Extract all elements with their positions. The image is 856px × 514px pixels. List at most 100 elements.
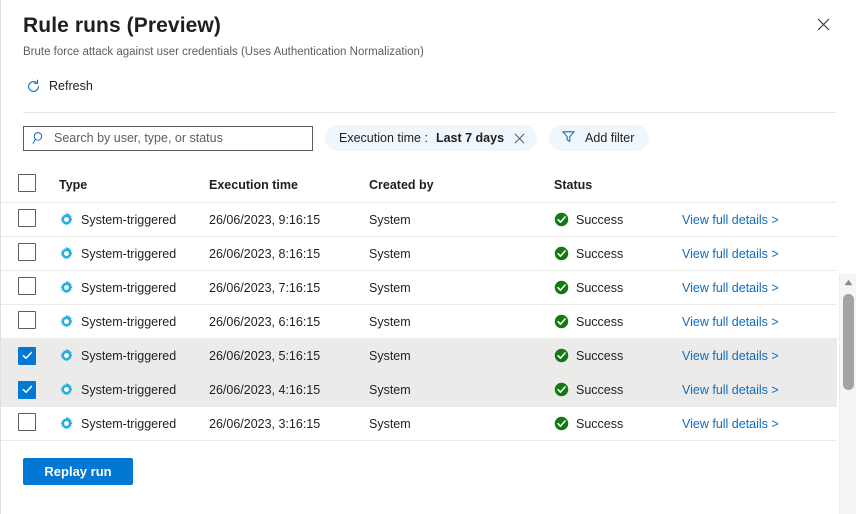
view-full-details-link[interactable]: View full details >	[682, 383, 779, 397]
success-icon	[554, 280, 569, 295]
view-full-details-link[interactable]: View full details >	[682, 349, 779, 363]
cell-created-by: System	[369, 339, 554, 373]
active-filter-value: Last 7 days	[436, 131, 504, 145]
view-full-details-link[interactable]: View full details >	[682, 247, 779, 261]
status-badge-label: Success	[576, 383, 623, 397]
row-select-cell	[1, 305, 59, 339]
cell-details-link: View full details >	[682, 203, 837, 237]
add-filter-button[interactable]: Add filter	[549, 125, 649, 151]
table-body: System-triggered26/06/2023, 9:16:15Syste…	[1, 203, 837, 441]
column-header-execution-time[interactable]: Execution time	[209, 167, 369, 203]
gear-icon	[59, 382, 74, 397]
scrollbar-thumb[interactable]	[843, 294, 854, 390]
cell-execution-time: 26/06/2023, 7:16:15	[209, 271, 369, 305]
search-box[interactable]	[23, 126, 313, 151]
select-all-header	[1, 167, 59, 203]
cell-details-link: View full details >	[682, 237, 837, 271]
search-input[interactable]	[48, 127, 306, 150]
cell-execution-time: 26/06/2023, 9:16:15	[209, 203, 369, 237]
cell-execution-time: 26/06/2023, 6:16:15	[209, 305, 369, 339]
table-row[interactable]: System-triggered26/06/2023, 7:16:15Syste…	[1, 271, 837, 305]
view-full-details-link[interactable]: View full details >	[682, 213, 779, 227]
table-row[interactable]: System-triggered26/06/2023, 3:16:15Syste…	[1, 407, 837, 441]
active-filter-pill[interactable]: Execution time : Last 7 days	[325, 125, 537, 151]
table-row[interactable]: System-triggered 26/06/2023, 9:16:15Syste…	[1, 203, 837, 237]
search-icon	[30, 129, 48, 147]
runs-table-container: Type Execution time Created by Status Sy…	[1, 167, 856, 441]
cell-execution-time: 26/06/2023, 8:16:15	[209, 237, 369, 271]
scroll-up-arrow[interactable]	[840, 274, 856, 291]
gear-icon	[59, 246, 74, 261]
cell-status: Success	[554, 271, 682, 305]
panel-header: Rule runs (Preview) Brute force attack a…	[1, 0, 856, 60]
column-header-created-by[interactable]: Created by	[369, 167, 554, 203]
row-checkbox[interactable]	[18, 413, 36, 431]
active-filter-field: Execution time :	[339, 131, 428, 145]
success-icon	[554, 382, 569, 397]
cell-status: Success	[554, 407, 682, 441]
replay-run-button[interactable]: Replay run	[23, 458, 133, 485]
row-select-cell	[1, 271, 59, 305]
gear-icon	[59, 348, 74, 363]
panel-footer: Replay run	[1, 441, 856, 485]
success-icon	[554, 246, 569, 261]
cell-type: System-triggered	[59, 203, 209, 237]
status-badge-label: Success	[576, 213, 623, 227]
row-checkbox[interactable]	[18, 311, 36, 329]
table-row[interactable]: System-triggered 26/06/2023, 8:16:15Syste…	[1, 237, 837, 271]
column-header-details	[682, 167, 837, 203]
status-badge-label: Success	[576, 349, 623, 363]
cell-type-label: System-triggered	[81, 213, 176, 227]
row-checkbox[interactable]	[18, 347, 36, 365]
row-checkbox[interactable]	[18, 243, 36, 261]
close-button[interactable]	[808, 9, 838, 39]
view-full-details-link[interactable]: View full details >	[682, 315, 779, 329]
table-row[interactable]: System-triggered26/06/2023, 4:16:15Syste…	[1, 373, 837, 407]
cell-execution-time: 26/06/2023, 5:16:15	[209, 339, 369, 373]
cell-type: System-triggered	[59, 237, 209, 271]
cell-created-by: System	[369, 203, 554, 237]
view-full-details-link[interactable]: View full details >	[682, 417, 779, 431]
remove-filter-icon[interactable]	[512, 131, 526, 145]
rule-runs-panel: Rule runs (Preview) Brute force attack a…	[0, 0, 856, 514]
gear-icon	[59, 416, 74, 431]
cell-created-by: System	[369, 305, 554, 339]
cell-details-link: View full details >	[682, 305, 837, 339]
view-full-details-link[interactable]: View full details >	[682, 281, 779, 295]
cell-type: System-triggered	[59, 305, 209, 339]
select-all-checkbox[interactable]	[18, 174, 36, 192]
table-header: Type Execution time Created by Status	[1, 167, 837, 203]
cell-type: System-triggered	[59, 373, 209, 407]
column-header-status[interactable]: Status	[554, 167, 682, 203]
cell-created-by: System	[369, 407, 554, 441]
row-checkbox[interactable]	[18, 381, 36, 399]
filter-icon	[561, 129, 576, 147]
cell-type-label: System-triggered	[81, 383, 176, 397]
row-select-cell	[1, 339, 59, 373]
cell-status: Success	[554, 373, 682, 407]
table-header-row: Type Execution time Created by Status	[1, 167, 837, 203]
cell-type: System-triggered	[59, 339, 209, 373]
cell-details-link: View full details >	[682, 339, 837, 373]
success-icon	[554, 416, 569, 431]
cell-status: Success	[554, 339, 682, 373]
cell-created-by: System	[369, 237, 554, 271]
refresh-button[interactable]: Refresh	[23, 75, 99, 97]
row-checkbox[interactable]	[18, 277, 36, 295]
cell-type-label: System-triggered	[81, 247, 176, 261]
cell-status: Success	[554, 203, 682, 237]
table-row[interactable]: System-triggered26/06/2023, 6:16:15Syste…	[1, 305, 837, 339]
cell-type-label: System-triggered	[81, 281, 176, 295]
table-scrollbar[interactable]	[839, 274, 856, 514]
cell-details-link: View full details >	[682, 373, 837, 407]
column-header-type[interactable]: Type	[59, 167, 209, 203]
gear-icon	[59, 314, 74, 329]
filter-bar: Execution time : Last 7 days Add filter	[1, 113, 856, 151]
refresh-icon	[25, 78, 41, 94]
page-title: Rule runs (Preview)	[23, 12, 834, 40]
row-select-cell	[1, 407, 59, 441]
row-checkbox[interactable]	[18, 209, 36, 227]
table-row[interactable]: System-triggered26/06/2023, 5:16:15Syste…	[1, 339, 837, 373]
row-select-cell	[1, 373, 59, 407]
success-icon	[554, 348, 569, 363]
